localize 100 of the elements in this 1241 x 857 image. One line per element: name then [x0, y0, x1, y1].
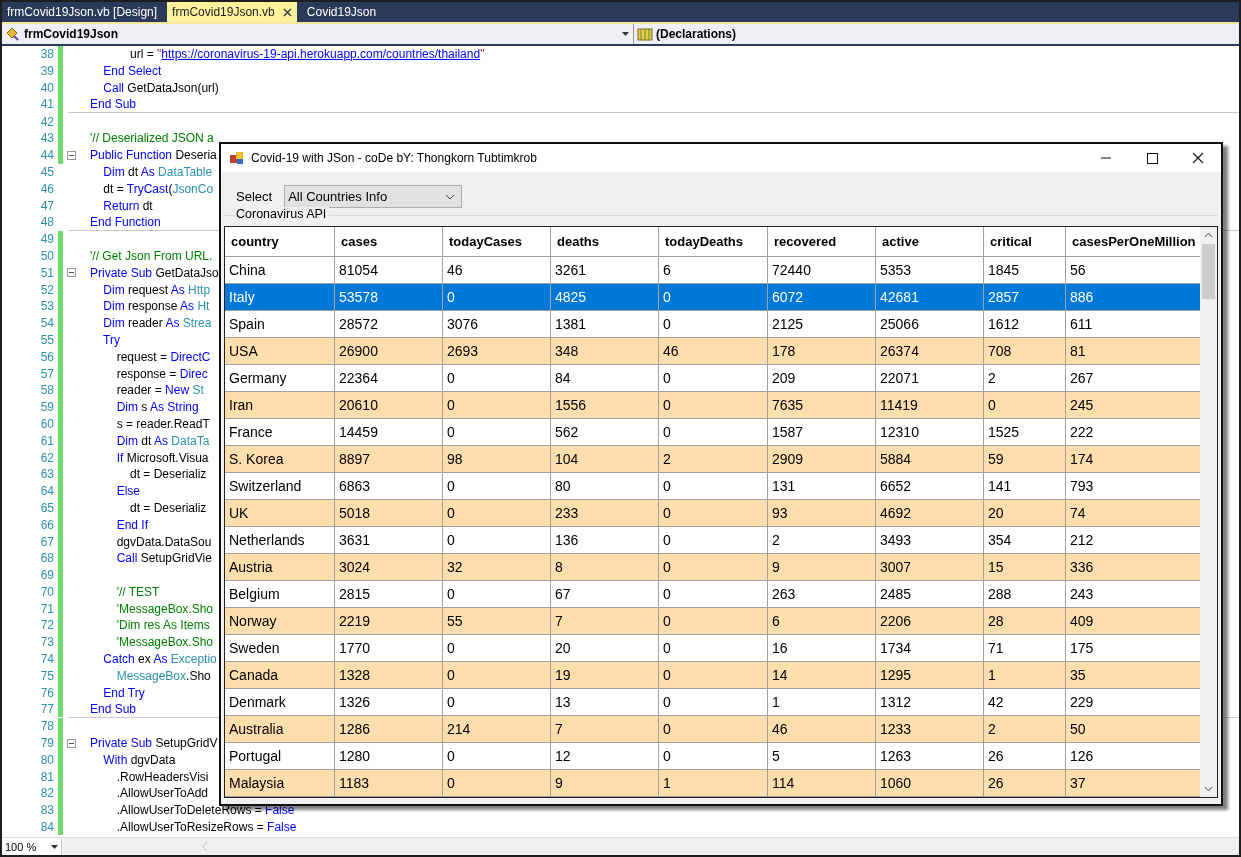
table-cell: Norway [225, 608, 335, 635]
code-line: Dim dt As DataTa [115, 433, 210, 448]
line-number: 51 [39, 265, 55, 280]
document-tab[interactable]: frmCovid19Json.vb [167, 2, 297, 22]
table-cell: S. Korea [225, 446, 335, 473]
caret-icon [622, 31, 630, 37]
table-cell: Malaysia [225, 770, 335, 797]
app-icon [229, 151, 245, 165]
member-dropdown[interactable]: (Declarations) [634, 24, 737, 44]
code-line: dt = TryCast(JsonCo [102, 181, 214, 196]
code-line: End If [115, 517, 149, 532]
table-row[interactable]: USA 26900 2693 348 46 178 26374 708 81 [225, 338, 1200, 365]
table-cell: 14 [768, 662, 876, 689]
line-number: 55 [39, 332, 55, 347]
code-line: Dim request As Http [102, 282, 211, 297]
line-number: 65 [39, 500, 55, 515]
collapse-icon[interactable] [67, 150, 76, 160]
class-dropdown[interactable]: frmCovid19Json [2, 24, 634, 44]
scrollbar[interactable] [62, 838, 1239, 855]
line-number: 60 [39, 416, 55, 431]
table-cell: 0 [659, 392, 768, 419]
code-line: Dim reader As Strea [102, 316, 212, 331]
close-icon[interactable] [282, 7, 292, 17]
column-header[interactable]: deaths [551, 227, 659, 257]
table-cell: 2 [659, 446, 768, 473]
table-row[interactable]: Iran 20610 0 1556 0 7635 11419 0 245 [225, 392, 1200, 419]
table-cell: 0 [659, 554, 768, 581]
link[interactable]: https://coronavirus-19-api.herokuapp.com/countries/thailand [161, 47, 481, 62]
line-number: 84 [39, 820, 55, 835]
table-cell: 32 [443, 554, 551, 581]
line-number: 59 [39, 400, 55, 415]
column-header[interactable]: todayCases [443, 227, 551, 257]
line-number: 58 [39, 383, 55, 398]
line-number: 72 [39, 618, 55, 633]
table-cell: UK [225, 500, 335, 527]
line-number: 79 [39, 736, 55, 751]
table-cell: 59 [984, 446, 1066, 473]
code-line: request = DirectC [115, 349, 211, 364]
country-dropdown[interactable]: All Countries Info [284, 185, 463, 208]
line-number: 48 [39, 214, 55, 229]
table-row[interactable]: Canada 1328 0 19 0 14 1295 1 35 [225, 662, 1200, 689]
code-line: Return dt [102, 198, 153, 213]
table-cell: 4825 [551, 284, 659, 311]
code-line: dgvData.DataSou [115, 534, 212, 549]
table-row[interactable]: Australia 1286 214 7 0 46 1233 2 50 [225, 716, 1200, 743]
code-line: Try [102, 332, 120, 347]
table-cell: 9 [768, 554, 876, 581]
table-cell: 46 [768, 716, 876, 743]
scrollbar-thumb[interactable] [1202, 244, 1215, 299]
table-cell: 0 [659, 608, 768, 635]
column-header[interactable]: cases [335, 227, 443, 257]
table-row[interactable]: Malaysia 1183 0 9 1 114 1060 26 37 [225, 770, 1200, 797]
scrollbar[interactable] [1200, 227, 1217, 797]
table-cell: 0 [659, 662, 768, 689]
code-line: 'MessageBox.Sho [115, 601, 214, 616]
column-header[interactable]: active [876, 227, 984, 257]
code-line: Catch ex As Exceptio [102, 652, 217, 667]
table-cell: 20610 [335, 392, 443, 419]
code-line: Dim dt As DataTable [102, 164, 213, 179]
code-line: .AllowUserToResizeRows = False [115, 820, 297, 835]
line-number: 40 [39, 81, 55, 95]
table-cell: 26900 [335, 338, 443, 365]
code-line: Private Sub GetDataJso [90, 265, 219, 280]
line-number: 68 [39, 551, 55, 566]
table-cell: 233 [551, 500, 659, 527]
column-header[interactable]: critical [984, 227, 1066, 257]
zoom-dropdown[interactable]: 100 % [2, 838, 62, 855]
column-header[interactable]: country [225, 227, 335, 257]
column-header[interactable]: recovered [768, 227, 876, 257]
document-tab[interactable]: Covid19Json [301, 2, 382, 22]
line-number: 43 [39, 131, 55, 146]
table-cell: 7 [551, 716, 659, 743]
code-line: Dim response As Ht [102, 299, 210, 314]
line-number: 56 [39, 349, 55, 364]
table-cell: Iran [225, 392, 335, 419]
table-cell: 53578 [335, 284, 443, 311]
line-number: 67 [39, 534, 55, 549]
column-header[interactable]: todayDeaths [659, 227, 768, 257]
table-cell: 15 [984, 554, 1066, 581]
collapse-icon[interactable] [67, 738, 76, 748]
table-row[interactable]: Norway 2219 55 7 0 6 2206 28 409 [225, 608, 1200, 635]
table-row[interactable]: S. Korea 8897 98 104 2 2909 5884 59 174 [225, 446, 1200, 473]
line-number: 77 [39, 701, 55, 716]
table-row[interactable]: UK 5018 0 233 0 93 4692 20 74 [225, 500, 1200, 527]
table-row[interactable]: Italy 53578 0 4825 0 6072 42681 2857 886 [225, 284, 1200, 311]
table-cell: 5018 [335, 500, 443, 527]
line-number: 39 [39, 64, 55, 79]
table-cell: 20 [984, 500, 1066, 527]
collapse-icon[interactable] [67, 268, 76, 278]
table-cell: 93 [768, 500, 876, 527]
table-row[interactable]: Austria 3024 32 8 0 9 3007 15 336 [225, 554, 1200, 581]
table-cell: 178 [768, 338, 876, 365]
table-cell: 5884 [876, 446, 984, 473]
table-cell: 0 [443, 500, 551, 527]
table-cell: 0 [984, 392, 1066, 419]
table-cell: 2219 [335, 608, 443, 635]
line-number: 44 [39, 148, 55, 163]
line-number: 64 [39, 484, 55, 499]
document-tab[interactable]: frmCovid19Json.vb [Design] [2, 2, 163, 22]
table-cell: 2693 [443, 338, 551, 365]
